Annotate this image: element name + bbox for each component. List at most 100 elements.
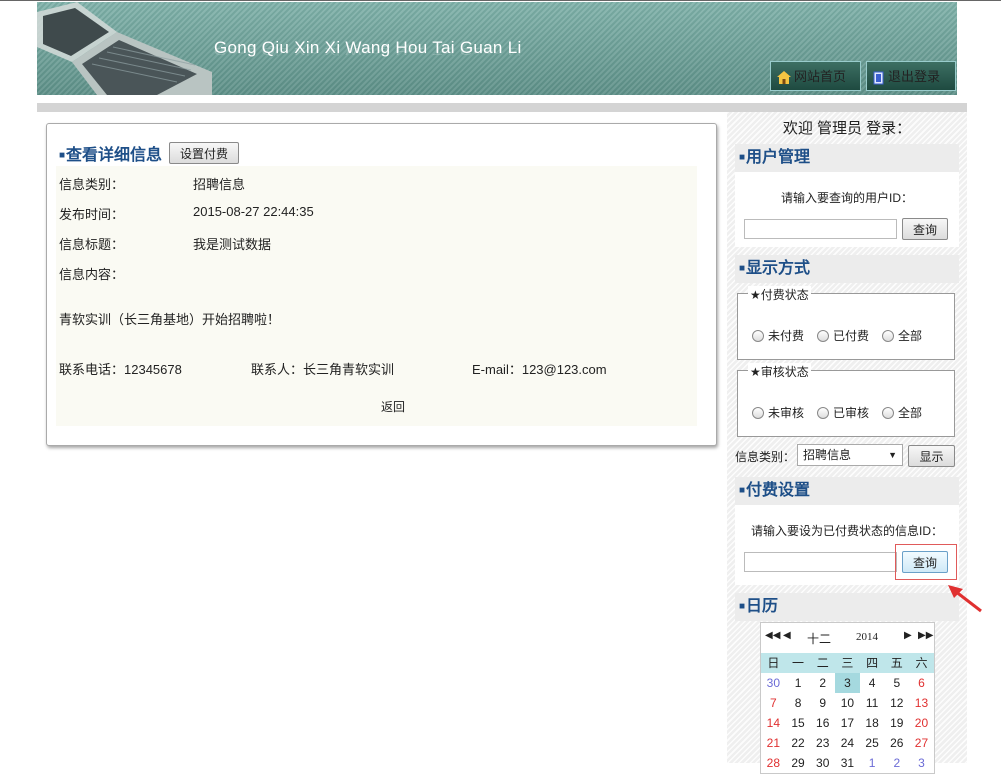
- category-select[interactable]: 招聘信息 ▼: [797, 444, 903, 466]
- display-heading: ■显示方式: [735, 255, 959, 283]
- calendar-day[interactable]: 5: [884, 673, 909, 693]
- calendar-heading: ■日历: [735, 593, 959, 621]
- set-fee-button[interactable]: 设置付费: [169, 142, 239, 164]
- calendar-week: 21 22 23 24 25 26 27: [761, 733, 934, 753]
- prev-year-icon[interactable]: ◀◀: [765, 630, 780, 641]
- calendar-day[interactable]: 7: [761, 693, 786, 713]
- sidebar: 欢迎 管理员 登录： ■用户管理 请输入要查询的用户ID： 查询 ■显示方式 ★…: [727, 112, 967, 774]
- pay-status-legend: ★付费状态: [748, 286, 811, 303]
- calendar-day[interactable]: 10: [835, 693, 860, 713]
- detail-content: 信息类别： 招聘信息 发布时间： 2015-08-27 22:44:35 信息标…: [56, 166, 697, 426]
- next-year-icon[interactable]: ▶▶: [918, 630, 933, 641]
- calendar-day[interactable]: 16: [810, 713, 835, 733]
- contact-person: 联系人：长三角青软实训: [251, 362, 395, 377]
- calendar-day[interactable]: 19: [884, 713, 909, 733]
- content-label: 信息内容：: [59, 267, 125, 282]
- logout-button-label: 退出登录: [888, 69, 941, 84]
- calendar-day[interactable]: 1: [860, 753, 885, 773]
- calendar-day[interactable]: 14: [761, 713, 786, 733]
- subject-value: 我是测试数据: [193, 237, 272, 252]
- payment-id-input[interactable]: [744, 552, 897, 572]
- calendar-weekday: 日: [767, 656, 780, 670]
- annotation-arrow-icon: [948, 585, 982, 613]
- radio-audited[interactable]: 已审核: [817, 404, 869, 421]
- calendar-day[interactable]: 24: [835, 733, 860, 753]
- calendar-week: 7 8 9 10 11 12 13: [761, 693, 934, 713]
- calendar-year[interactable]: 2014: [856, 631, 878, 643]
- time-label: 发布时间：: [59, 207, 125, 222]
- category-select-label: 信息类别：: [735, 450, 796, 464]
- contact-email: E-mail：123@123.com: [472, 362, 607, 377]
- logout-button[interactable]: 退出登录: [866, 61, 956, 91]
- payment-heading: ■付费设置: [735, 477, 959, 505]
- calendar-day[interactable]: 12: [884, 693, 909, 713]
- calendar-day[interactable]: 3: [909, 753, 934, 773]
- calendar-day[interactable]: 17: [835, 713, 860, 733]
- home-button-label: 网站首页: [794, 69, 847, 84]
- display-section: ★付费状态 未付费 已付费 全部 ★审核状态 未审核 已审核 全部: [735, 283, 959, 438]
- calendar-week: 30 1 2 3 4 5 6: [761, 673, 934, 693]
- calendar-day[interactable]: 15: [786, 713, 811, 733]
- calendar-day[interactable]: 2: [884, 753, 909, 773]
- header-banner: Gong Qiu Xin Xi Wang Hou Tai Guan Li Gon…: [37, 2, 957, 95]
- radio-unpaid[interactable]: 未付费: [752, 327, 804, 344]
- subject-label: 信息标题：: [59, 237, 125, 252]
- calendar-day[interactable]: 30: [761, 673, 786, 693]
- site-title-reflection: Gong Qiu Xin Xi Wang Hou Tai Guan Li: [214, 45, 522, 57]
- calendar-days: 30 1 2 3 4 5 6 7 8 9 10 11 12 13 14 15 16 17 18 19 20 21 22 23 2…: [761, 673, 934, 773]
- user-id-input[interactable]: [744, 219, 897, 239]
- show-button[interactable]: 显示: [908, 445, 955, 467]
- calendar-weekday: 五: [890, 656, 903, 670]
- calendar-day[interactable]: 29: [786, 753, 811, 773]
- header-divider: [37, 103, 967, 112]
- calendar-day[interactable]: 27: [909, 733, 934, 753]
- calendar-day[interactable]: 4: [860, 673, 885, 693]
- calendar-day[interactable]: 28: [761, 753, 786, 773]
- home-button[interactable]: 网站首页: [770, 61, 861, 91]
- prev-month-icon[interactable]: ◀: [783, 630, 791, 641]
- user-id-hint: 请输入要查询的用户ID：: [780, 191, 913, 205]
- user-mgmt-section: 请输入要查询的用户ID： 查询: [735, 172, 959, 247]
- calendar-day[interactable]: 18: [860, 713, 885, 733]
- calendar-day[interactable]: 23: [810, 733, 835, 753]
- time-value: 2015-08-27 22:44:35: [193, 204, 314, 219]
- calendar-nav: ◀◀ ◀ 十二 2014 ▶ ▶▶: [761, 623, 934, 653]
- calendar-day[interactable]: 20: [909, 713, 934, 733]
- user-query-button[interactable]: 查询: [902, 218, 948, 240]
- category-value: 招聘信息: [193, 177, 246, 192]
- top-border: [0, 0, 1001, 1]
- calendar-weekdays: 日一二三四五六: [761, 653, 934, 673]
- calendar-day[interactable]: 9: [810, 693, 835, 713]
- calendar-day[interactable]: 3: [835, 673, 860, 693]
- detail-title: ■查看详细信息: [59, 147, 163, 164]
- calendar-day[interactable]: 26: [884, 733, 909, 753]
- content-text: 青软实训（长三角基地）开始招聘啦！: [59, 312, 281, 327]
- calendar-month[interactable]: 十二: [807, 630, 831, 647]
- calendar-day[interactable]: 8: [786, 693, 811, 713]
- calendar-day[interactable]: 21: [761, 733, 786, 753]
- calendar-day[interactable]: 22: [786, 733, 811, 753]
- calendar-weekday: 三: [841, 656, 854, 670]
- laptop-illustration: [37, 2, 212, 95]
- audit-status-fieldset: ★审核状态 未审核 已审核 全部: [737, 363, 955, 437]
- calendar-day[interactable]: 25: [860, 733, 885, 753]
- calendar-day[interactable]: 2: [810, 673, 835, 693]
- next-month-icon[interactable]: ▶: [904, 630, 912, 641]
- pay-status-fieldset: ★付费状态 未付费 已付费 全部: [737, 286, 955, 360]
- calendar-weekday: 一: [792, 656, 805, 670]
- welcome-text: 欢迎 管理员 登录：: [782, 120, 912, 137]
- radio-pay-all[interactable]: 全部: [882, 327, 922, 344]
- calendar-day[interactable]: 1: [786, 673, 811, 693]
- radio-audit-all[interactable]: 全部: [882, 404, 922, 421]
- calendar-day[interactable]: 31: [835, 753, 860, 773]
- chevron-down-icon: ▼: [888, 450, 897, 460]
- radio-unaudited[interactable]: 未审核: [752, 404, 804, 421]
- calendar-day[interactable]: 30: [810, 753, 835, 773]
- calendar-day[interactable]: 11: [860, 693, 885, 713]
- calendar-week: 28 29 30 31 1 2 3: [761, 753, 934, 773]
- back-link[interactable]: 返回: [381, 398, 405, 415]
- radio-paid[interactable]: 已付费: [817, 327, 869, 344]
- calendar-day[interactable]: 13: [909, 693, 934, 713]
- annotation-highlight-box: [895, 544, 957, 580]
- calendar-day[interactable]: 6: [909, 673, 934, 693]
